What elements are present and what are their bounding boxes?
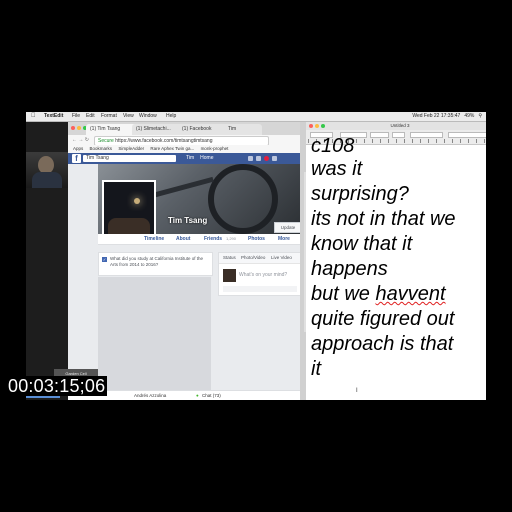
tab-about[interactable]: About — [176, 234, 190, 244]
fb-notification-icons — [248, 156, 277, 161]
textedit-title: Untitled 3 — [390, 123, 410, 128]
apple-icon[interactable]:  — [31, 112, 36, 121]
chat-dot-icon: ● — [196, 393, 199, 398]
menu-window[interactable]: Window — [139, 112, 157, 121]
bold-italic-underline[interactable] — [410, 132, 443, 138]
left-column-placeholder — [98, 277, 211, 400]
composer-status-tab[interactable]: Status — [223, 253, 236, 263]
fb-home-link[interactable]: Home — [200, 153, 213, 164]
text-line-6: happens — [311, 258, 388, 280]
tab-timeline[interactable]: Timeline — [144, 234, 164, 244]
person-body — [32, 172, 62, 188]
stage-light — [134, 198, 140, 204]
textedit-window: Untitled 3 c108 was it surprising? its n… — [306, 122, 486, 400]
composer-input[interactable]: What's on your mind? — [239, 272, 287, 278]
close-icon[interactable] — [309, 124, 313, 128]
composer-tabs: Status Photo/Video Live Video — [219, 253, 300, 264]
text-line-7-before: but we — [311, 283, 376, 305]
bookmark-bookmarks[interactable]: Bookmarks — [90, 146, 113, 151]
help-icon[interactable] — [272, 156, 277, 161]
text-line-3: surprising? — [311, 183, 409, 205]
facebook-search-input[interactable]: Tim Tsang — [83, 155, 176, 162]
check-icon: ✓ — [102, 257, 107, 262]
browser-tab-strip: (1) Tim Tsang (1) Slimetachi... (1) Face… — [68, 122, 300, 135]
profile-name[interactable]: Tim Tsang — [168, 216, 207, 225]
close-window-icon[interactable] — [71, 126, 75, 130]
textedit-document[interactable]: c108 was it surprising? its not in that … — [306, 135, 486, 400]
chat-contact[interactable]: Andrés Azzolina — [134, 391, 166, 400]
menu-view[interactable]: View — [123, 112, 134, 121]
text-line-2: was it — [311, 158, 363, 180]
battery-text[interactable]: 49% — [464, 112, 474, 121]
url-text: https://www.facebook.com/timtsangtimtsan… — [115, 138, 213, 144]
facebook-nav: Tim Home — [186, 153, 214, 164]
misspelled-word: havvent — [375, 283, 446, 305]
mac-menubar:  TextEdit File Edit Format View Window … — [26, 112, 486, 122]
textedit-titlebar: Untitled 3 — [306, 122, 486, 130]
chrome-browser-window: (1) Tim Tsang (1) Slimetachi... (1) Face… — [68, 122, 300, 400]
secure-label: Secure — [98, 138, 114, 144]
fb-user-link[interactable]: Tim — [186, 153, 194, 164]
tab-photos[interactable]: Photos — [248, 234, 265, 244]
minimize-icon[interactable] — [315, 124, 319, 128]
bookmark-aphex[interactable]: Rare Aphex Twin ga... — [150, 146, 194, 151]
facebook-top-bar: f Tim Tsang Tim Home — [68, 153, 300, 164]
profile-picture[interactable] — [102, 180, 156, 238]
textedit-window-controls — [309, 124, 325, 128]
composer-footer — [223, 286, 297, 292]
facebook-logo-icon[interactable]: f — [72, 154, 81, 163]
messages-icon[interactable] — [256, 156, 261, 161]
text-line-10: it — [311, 358, 321, 380]
font-size-select[interactable] — [392, 132, 405, 138]
tab-friends[interactable]: Friends — [204, 234, 222, 244]
webcam-overlay — [26, 152, 68, 188]
text-line-9: approach is that — [311, 333, 454, 355]
menu-format[interactable]: Format — [101, 112, 117, 121]
video-timecode: 00:03:15;06 — [6, 376, 108, 396]
text-line-1: c108 — [311, 135, 355, 157]
profile-nav: Timeline About Friends 1,290 Photos More — [98, 234, 300, 245]
desktop-left — [26, 122, 68, 400]
friend-requests-icon[interactable] — [248, 156, 253, 161]
notifications-icon[interactable] — [264, 156, 269, 161]
alignment-controls[interactable] — [448, 132, 486, 138]
composer-avatar — [223, 269, 236, 282]
ibeam-cursor-icon: I — [356, 388, 358, 394]
address-bar-row: ← → ↻ Secure https://www.facebook.com/ti… — [68, 135, 300, 146]
back-forward-reload-icons[interactable]: ← → ↻ — [72, 135, 89, 145]
post-composer: Status Photo/Video Live Video What's on … — [218, 252, 300, 296]
tab-facebook[interactable]: (1) Facebook — [178, 124, 230, 135]
menu-edit[interactable]: Edit — [86, 112, 95, 121]
tab-tim[interactable]: Tim — [224, 124, 262, 135]
tab-tim-tsang[interactable]: (1) Tim Tsang — [86, 124, 138, 135]
font-style-select[interactable] — [370, 132, 389, 138]
menu-file[interactable]: File — [72, 112, 80, 121]
study-question-card[interactable]: ✓ What did you study at California Insti… — [98, 252, 213, 276]
menu-help[interactable]: Help — [166, 112, 176, 121]
chat-button[interactable]: Chat (73) — [202, 391, 221, 400]
tab-slimetachi[interactable]: (1) Slimetachi... — [132, 124, 184, 135]
composer-photo-tab[interactable]: Photo/Video — [241, 253, 265, 263]
composer-live-tab[interactable]: Live Video — [271, 253, 292, 263]
minimize-window-icon[interactable] — [77, 126, 81, 130]
bookmark-monk[interactable]: monk-prophet — [201, 146, 229, 151]
bookmark-simpleadder[interactable]: SimpleAdder — [118, 146, 144, 151]
tab-more[interactable]: More — [278, 234, 290, 244]
text-line-4: its not in that we — [311, 208, 456, 230]
progress-indicator — [26, 396, 60, 398]
study-question-text: What did you study at California Institu… — [110, 256, 204, 267]
zoom-icon[interactable] — [321, 124, 325, 128]
text-line-8: quite figured out — [311, 308, 455, 330]
text-line-7: but we havvent — [311, 282, 446, 307]
bookmark-apps[interactable]: Apps — [73, 146, 83, 151]
screen-recording-frame:  TextEdit File Edit Format View Window … — [26, 112, 486, 400]
text-line-5: know that it — [311, 233, 413, 255]
window-controls — [71, 126, 87, 130]
friends-count: 1,290 — [226, 236, 237, 241]
update-info-button[interactable]: Update — [274, 222, 300, 233]
menubar-status: Wed Feb 22 17:35:47 49% ⚲ — [412, 112, 482, 121]
spotlight-icon[interactable]: ⚲ — [478, 112, 482, 121]
clock-text[interactable]: Wed Feb 22 17:35:47 — [412, 112, 460, 121]
menu-app-name[interactable]: TextEdit — [44, 112, 63, 121]
